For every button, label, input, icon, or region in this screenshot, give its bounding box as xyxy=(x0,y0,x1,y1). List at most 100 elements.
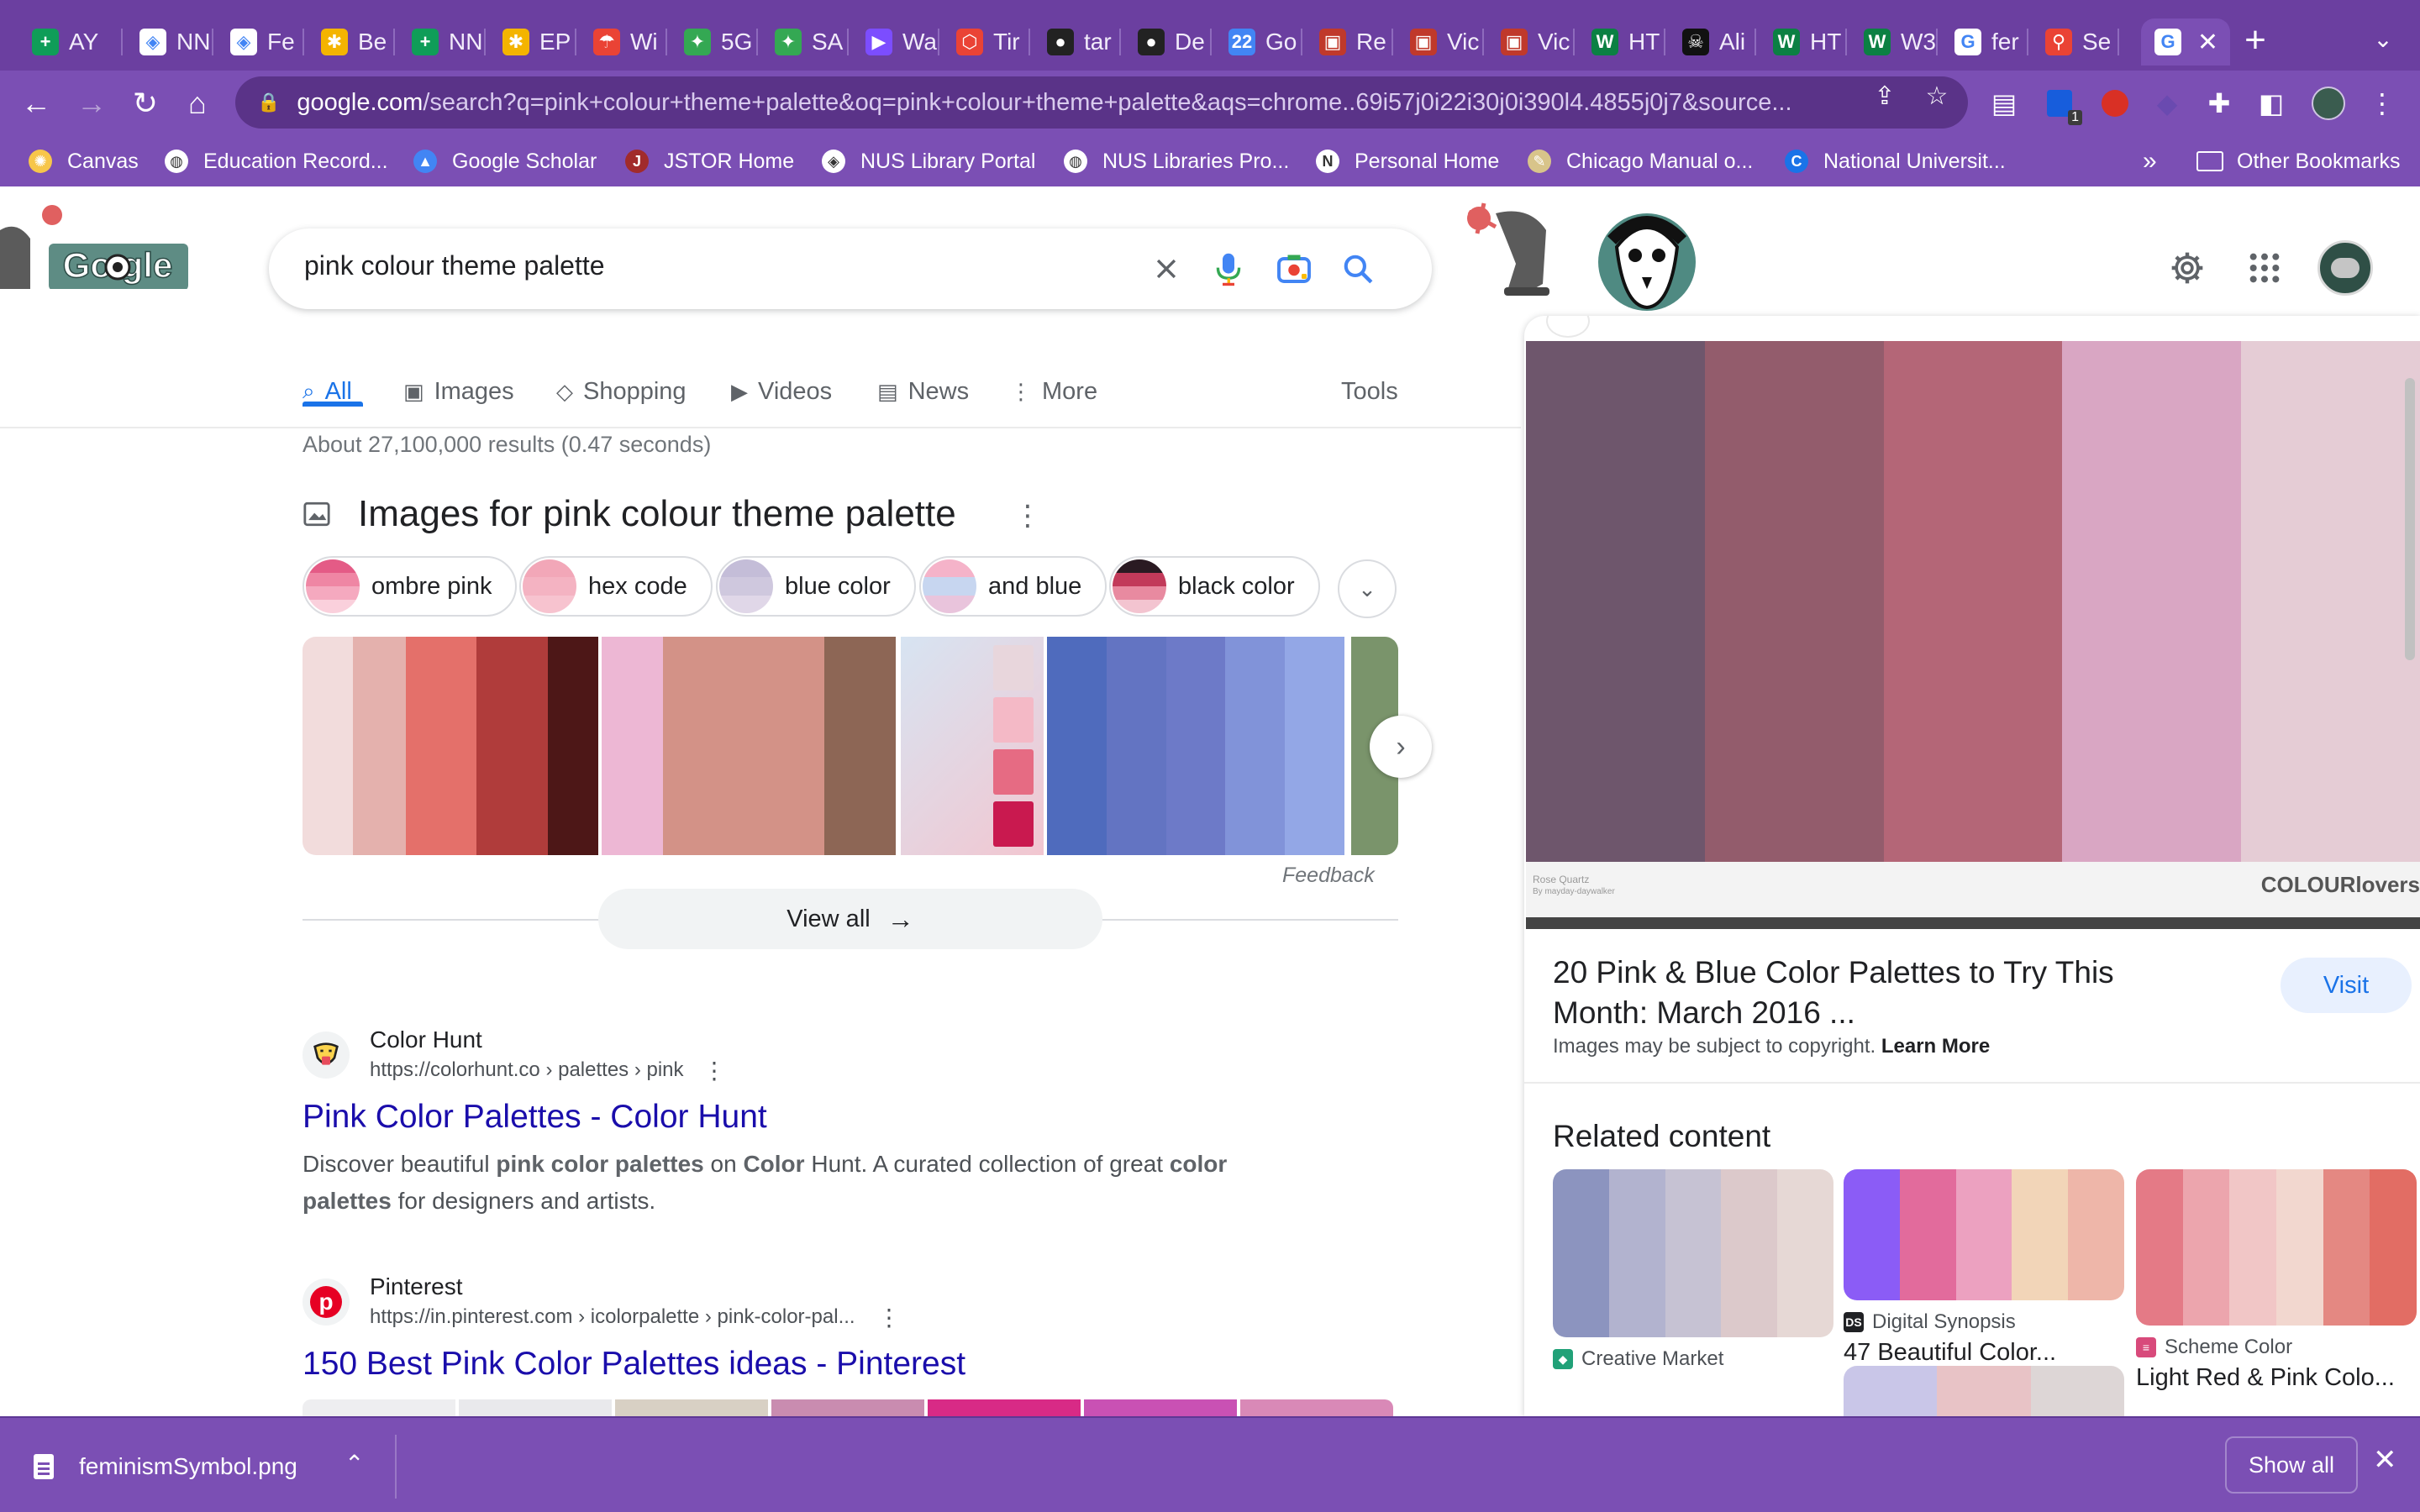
browser-tab-active[interactable]: G ✕ xyxy=(2141,18,2230,66)
browser-tab[interactable]: ● De xyxy=(1124,18,1212,66)
bookmark-item[interactable]: ◍ Education Record... xyxy=(165,146,388,176)
blue-extension-icon[interactable]: ◆ xyxy=(2148,84,2186,123)
browser-tab[interactable]: W HT xyxy=(1578,18,1665,66)
other-bookmarks-folder[interactable]: Other Bookmarks xyxy=(2196,146,2401,176)
browser-tab[interactable]: ✱ Be xyxy=(308,18,395,66)
related-content-card[interactable]: ≡ Scheme Color Light Red & Pink Colo... xyxy=(2136,1169,2417,1392)
result-menu-icon[interactable]: ⋮ xyxy=(702,1057,726,1084)
share-icon[interactable]: ⇪ xyxy=(1867,79,1902,114)
related-content-card[interactable]: ◆ Creative Market xyxy=(1553,1169,1833,1371)
browser-tab[interactable]: ☠ Ali xyxy=(1669,18,1756,66)
browser-tab[interactable]: ● tar xyxy=(1034,18,1121,66)
browser-tab[interactable]: + AY xyxy=(18,18,123,66)
refine-chip[interactable]: blue color xyxy=(716,556,916,617)
image-thumbnail[interactable] xyxy=(901,637,1044,855)
show-all-downloads-button[interactable]: Show all xyxy=(2225,1436,2358,1494)
result-title-link[interactable]: 150 Best Pink Color Palettes ideas - Pin… xyxy=(302,1346,965,1383)
search-tab-shopping[interactable]: ◇ Shopping xyxy=(556,366,687,417)
browser-tab[interactable]: ▣ Vic xyxy=(1487,18,1575,66)
lens-search-icon[interactable] xyxy=(1272,247,1316,291)
browser-tab[interactable]: ☂ Wi xyxy=(580,18,667,66)
search-query-input[interactable]: pink colour theme palette xyxy=(304,250,605,281)
bookmark-item[interactable]: ✎ Chicago Manual o... xyxy=(1528,146,1753,176)
tools-button[interactable]: Tools xyxy=(1341,366,1398,417)
browser-tab[interactable]: ▣ Vic xyxy=(1397,18,1484,66)
search-tab-videos[interactable]: ▶ Videos xyxy=(731,366,832,417)
search-box[interactable]: pink colour theme palette xyxy=(269,228,1432,309)
search-tab-news[interactable]: ▤ News xyxy=(877,366,969,417)
forward-arrow-icon[interactable]: → xyxy=(71,82,113,124)
download-item[interactable]: feminismSymbol.png xyxy=(34,1443,297,1490)
browser-tab[interactable]: Gfer xyxy=(1941,18,2028,66)
feedback-link[interactable]: Feedback xyxy=(1282,864,1375,888)
settings-gear-icon[interactable] xyxy=(2166,247,2208,289)
reading-list-icon[interactable]: ▤ xyxy=(1985,84,2023,123)
bitwarden-extension-icon[interactable]: 1 xyxy=(2040,84,2082,125)
close-download-shelf-icon[interactable]: ✕ xyxy=(2373,1443,2397,1477)
browser-tab[interactable]: ◈ NN xyxy=(126,18,213,66)
bookmark-item[interactable]: ▲ Google Scholar xyxy=(413,146,597,176)
home-icon[interactable]: ⌂ xyxy=(176,82,218,124)
related-content-card[interactable]: DS Digital Synopsis 47 Beautiful Color... xyxy=(1844,1169,2124,1367)
browser-tab[interactable]: ▶ Wa xyxy=(852,18,939,66)
panel-scrollbar[interactable] xyxy=(2405,378,2415,660)
search-submit-icon[interactable] xyxy=(1336,247,1380,291)
tab-search-icon[interactable]: ⌄ xyxy=(2366,25,2400,59)
browser-tab[interactable]: + NN xyxy=(398,18,486,66)
search-tab-more[interactable]: ⋮ More xyxy=(1010,366,1097,417)
browser-tab[interactable]: ✦ 5G xyxy=(671,18,758,66)
reload-icon[interactable]: ↻ xyxy=(124,82,166,124)
voice-search-icon[interactable] xyxy=(1207,247,1250,291)
download-options-chevron-icon[interactable]: ⌃ xyxy=(345,1450,364,1478)
refine-chip[interactable]: black color xyxy=(1109,556,1320,617)
browser-tab[interactable]: ✦ SA xyxy=(761,18,849,66)
clear-search-icon[interactable] xyxy=(1144,247,1188,291)
side-panel-icon[interactable]: ◧ xyxy=(2252,84,2291,123)
search-tab-all[interactable]: ⌕ All xyxy=(302,366,352,417)
chrome-menu-icon[interactable]: ⋮ xyxy=(2363,84,2402,123)
browser-tab[interactable]: ✱ EP xyxy=(489,18,576,66)
google-apps-grid-icon[interactable] xyxy=(2244,247,2286,289)
browser-tab[interactable]: ◈ Fe xyxy=(217,18,304,66)
bookmark-item[interactable]: ✺ Canvas xyxy=(29,146,139,176)
result-menu-icon[interactable]: ⋮ xyxy=(877,1304,901,1331)
browser-tab[interactable]: ⬡ Tir xyxy=(943,18,1030,66)
refine-chip[interactable]: hex code xyxy=(519,556,713,617)
close-tab-icon[interactable]: ✕ xyxy=(2197,28,2218,57)
address-bar[interactable]: 🔒 google.com/search?q=pink+colour+theme+… xyxy=(235,76,1968,129)
google-doodle-logo[interactable]: Go gle xyxy=(0,205,193,291)
bookmark-item[interactable]: J JSTOR Home xyxy=(625,146,794,176)
browser-tab[interactable]: ⚲ Se xyxy=(2032,18,2119,66)
preview-title[interactable]: 20 Pink & Blue Color Palettes to Try Thi… xyxy=(1553,953,2217,1033)
refine-chip[interactable]: and blue xyxy=(919,556,1107,617)
learn-more-link[interactable]: Learn More xyxy=(1881,1035,1990,1058)
bookmark-star-icon[interactable]: ☆ xyxy=(1919,79,1954,114)
back-arrow-icon[interactable]: ← xyxy=(15,82,57,124)
stop-hand-extension-icon[interactable] xyxy=(2096,84,2134,123)
related-thumbnail-partial[interactable] xyxy=(1844,1366,2124,1416)
browser-tab[interactable]: 22 Go xyxy=(1215,18,1302,66)
strip-next-arrow-icon[interactable]: › xyxy=(1370,716,1432,778)
refine-chip[interactable]: ombre pink xyxy=(302,556,518,617)
image-thumbnail[interactable] xyxy=(602,637,896,855)
profile-avatar[interactable] xyxy=(2309,84,2348,123)
search-tab-images[interactable]: ▣ Images xyxy=(403,366,514,417)
image-thumbnail[interactable] xyxy=(1047,637,1344,855)
browser-tab[interactable]: W HT xyxy=(1760,18,1847,66)
bookmark-item[interactable]: N Personal Home xyxy=(1316,146,1499,176)
bookmark-item[interactable]: ◍ NUS Libraries Pro... xyxy=(1064,146,1289,176)
preview-image[interactable]: Rose Quartz By mayday-daywalker COLOURlo… xyxy=(1526,341,2420,929)
bookmark-item[interactable]: ◈ NUS Library Portal xyxy=(822,146,1035,176)
bookmarks-overflow-icon[interactable]: » xyxy=(2143,146,2157,176)
image-thumbnail[interactable] xyxy=(302,637,598,855)
extensions-puzzle-icon[interactable]: ✚ xyxy=(2200,84,2238,123)
account-avatar[interactable] xyxy=(2317,240,2373,296)
new-tab-button[interactable]: + xyxy=(2235,22,2275,62)
browser-tab[interactable]: W W3 xyxy=(1850,18,1938,66)
images-section-menu-icon[interactable]: ⋮ xyxy=(1013,499,1042,533)
chips-expand-chevron-icon[interactable]: ⌄ xyxy=(1338,559,1397,618)
bookmark-item[interactable]: C National Universit... xyxy=(1785,146,2006,176)
visit-button[interactable]: Visit xyxy=(2281,958,2412,1013)
result-title-link[interactable]: Pink Color Palettes - Color Hunt xyxy=(302,1099,767,1136)
browser-tab[interactable]: ▣ Re xyxy=(1306,18,1393,66)
